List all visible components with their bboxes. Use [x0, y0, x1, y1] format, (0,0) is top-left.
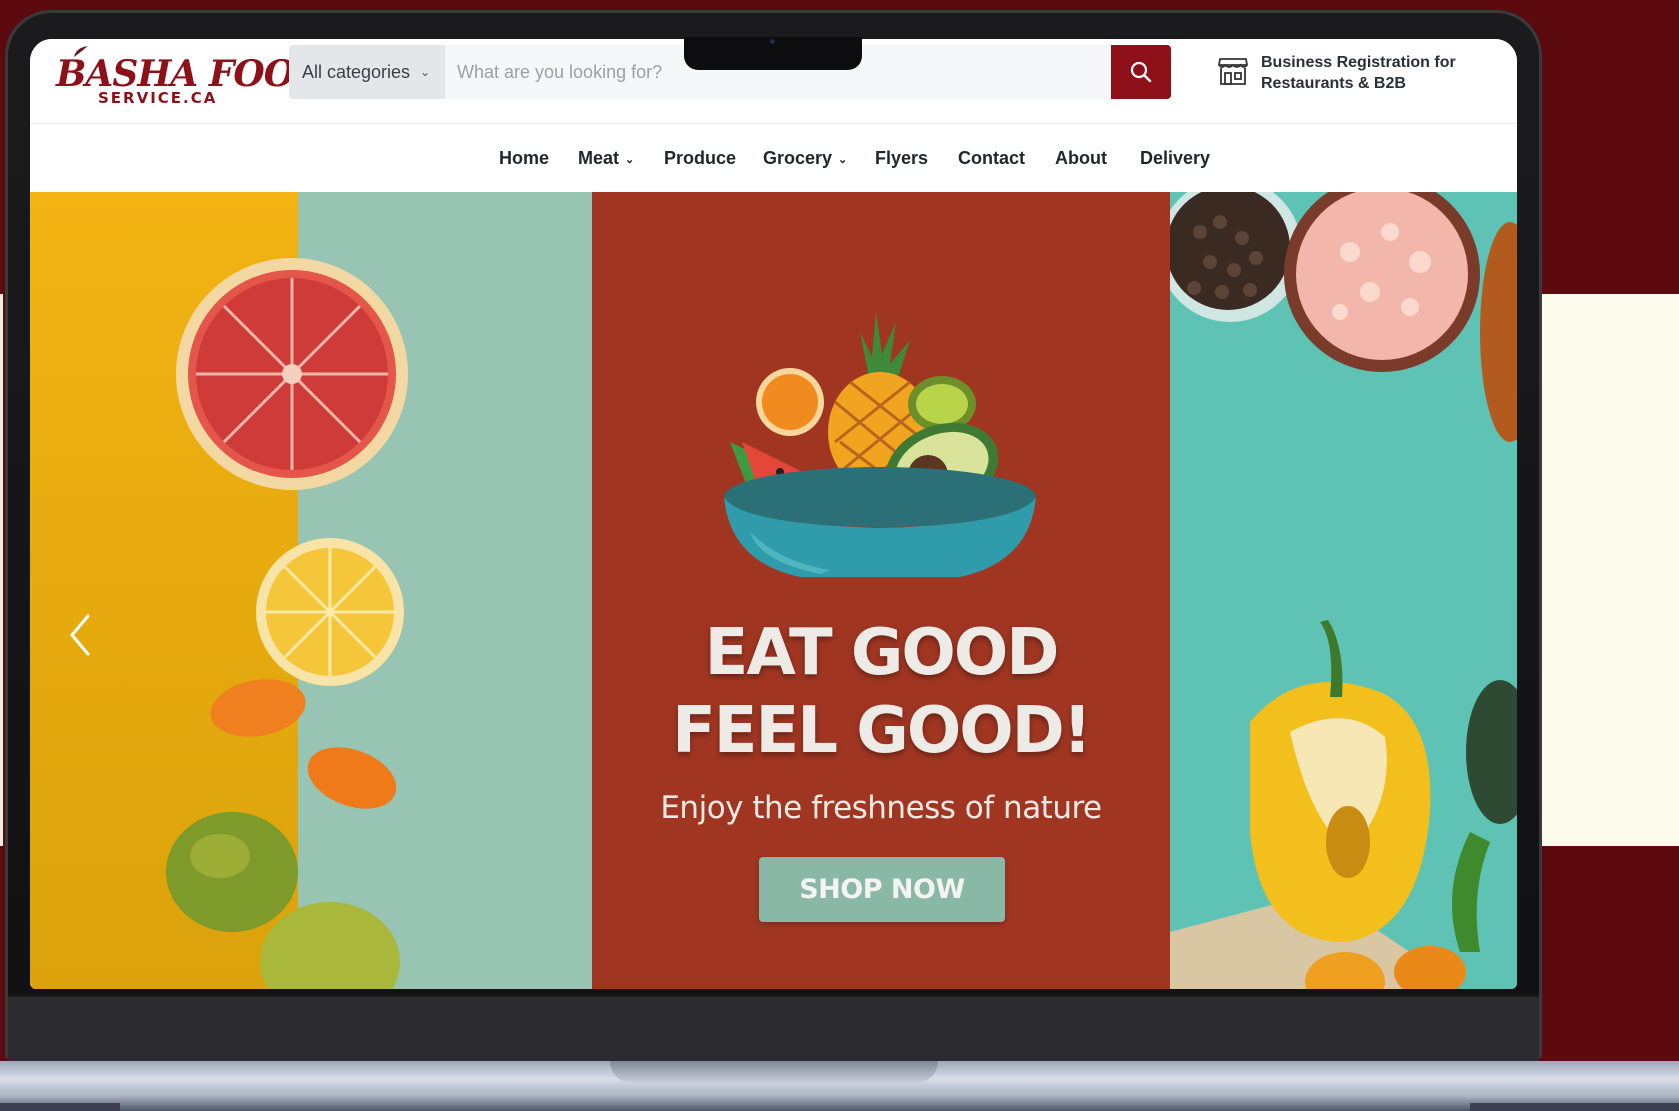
nav-item-label: About: [1055, 148, 1107, 168]
left-produce-image: [166, 258, 408, 989]
b2b-text: Business Registration for Restaurants & …: [1261, 52, 1456, 94]
nav-item-delivery[interactable]: Delivery: [1140, 148, 1210, 169]
hero-headline-line2: FEEL GOOD!: [672, 694, 1092, 768]
hero-banner: EAT GOOD FEEL GOOD! Enjoy the freshness …: [30, 192, 1517, 989]
chevron-down-icon: ⌄: [838, 154, 848, 166]
b2b-registration-link[interactable]: Business Registration for Restaurants & …: [1217, 49, 1497, 99]
b2b-line1: Business Registration for: [1261, 54, 1456, 71]
nav-item-produce[interactable]: Produce: [664, 148, 736, 169]
nav-item-label: Produce: [664, 148, 737, 168]
laptop-foot-left: [0, 1103, 120, 1111]
nav-item-flyers[interactable]: Flyers: [875, 148, 928, 169]
nav-item-home[interactable]: Home: [499, 148, 549, 169]
nav-item-label: Contact: [958, 148, 1025, 168]
chevron-down-icon: ⌄: [420, 65, 431, 79]
logo-subtitle: SERVICE.CA: [98, 89, 218, 107]
chevron-down-icon: ⌄: [625, 154, 635, 166]
search-button[interactable]: [1111, 45, 1171, 99]
right-produce-image: [1170, 192, 1517, 989]
search-icon: [1130, 61, 1152, 83]
fruit-bowl-illustration: [724, 312, 1036, 577]
nav-item-label: Grocery: [763, 148, 833, 168]
b2b-line2: Restaurants & B2B: [1261, 75, 1406, 92]
hero-headline-line1: EAT GOOD: [704, 616, 1060, 690]
main-nav: Home Meat ⌄ Produce Grocery ⌄ Flyers Conta…: [30, 123, 1517, 194]
nav-item-grocery[interactable]: Grocery ⌄: [763, 148, 847, 169]
camera-icon: [770, 39, 775, 44]
carousel-prev-arrow[interactable]: [66, 610, 96, 660]
laptop-foot-right: [1470, 1103, 1679, 1111]
nav-item-label: Meat: [578, 148, 620, 168]
nav-item-contact[interactable]: Contact: [958, 148, 1025, 169]
hero-headline: EAT GOOD FEEL GOOD!: [592, 614, 1170, 770]
hero-subline: Enjoy the freshness of nature: [660, 790, 1102, 826]
nav-item-label: Home: [499, 148, 550, 168]
site-logo[interactable]: BASHA FOODS SERVICE.CA: [56, 46, 350, 109]
camera-notch: [684, 37, 862, 70]
nav-item-label: Delivery: [1140, 148, 1211, 168]
nav-item-meat[interactable]: Meat ⌄: [578, 148, 634, 169]
background-panel: [1542, 294, 1679, 846]
shop-now-button[interactable]: SHOP NOW: [759, 857, 1005, 922]
laptop-bezel: [8, 995, 1539, 1065]
category-select[interactable]: All categories ⌄: [289, 45, 445, 99]
laptop-hinge-notch: [610, 1061, 938, 1083]
background-panel-edge: [0, 294, 3, 846]
nav-item-label: Flyers: [875, 148, 929, 168]
category-select-label: All categories: [302, 61, 411, 82]
storefront-icon: [1218, 58, 1248, 85]
nav-item-about[interactable]: About: [1055, 148, 1107, 169]
browser-screen: BASHA FOODS SERVICE.CA All categories ⌄: [30, 39, 1517, 989]
